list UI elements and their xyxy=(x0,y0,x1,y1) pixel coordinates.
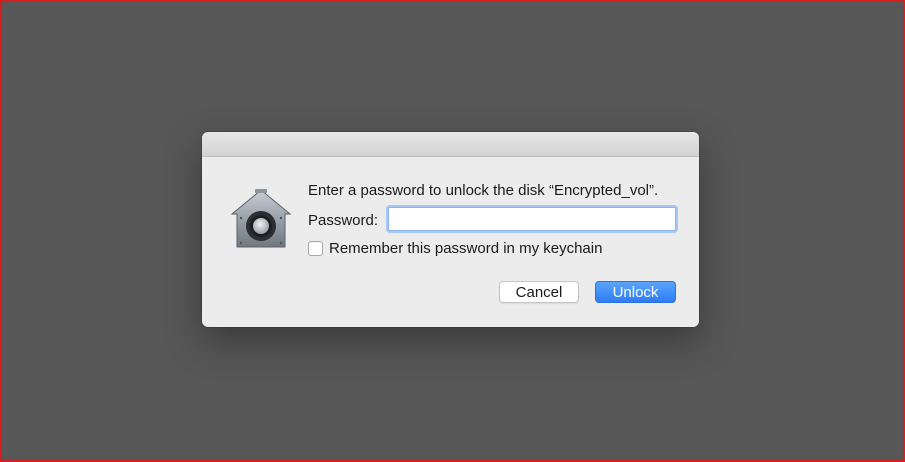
desktop-background: Enter a password to unlock the disk “Enc… xyxy=(0,0,905,462)
password-label: Password: xyxy=(308,212,379,229)
password-field[interactable] xyxy=(388,207,676,231)
remember-password-label[interactable]: Remember this password in my keychain xyxy=(329,240,602,257)
cancel-button[interactable]: Cancel xyxy=(499,281,579,303)
unlock-button[interactable]: Unlock xyxy=(595,281,676,303)
security-lock-house-icon xyxy=(230,187,292,249)
remember-password-row[interactable]: Remember this password in my keychain xyxy=(308,240,602,257)
remember-password-checkbox[interactable] xyxy=(308,241,323,256)
unlock-disk-dialog: Enter a password to unlock the disk “Enc… xyxy=(202,132,699,327)
dialog-titlebar xyxy=(202,132,699,157)
dialog-message: Enter a password to unlock the disk “Enc… xyxy=(308,182,659,199)
